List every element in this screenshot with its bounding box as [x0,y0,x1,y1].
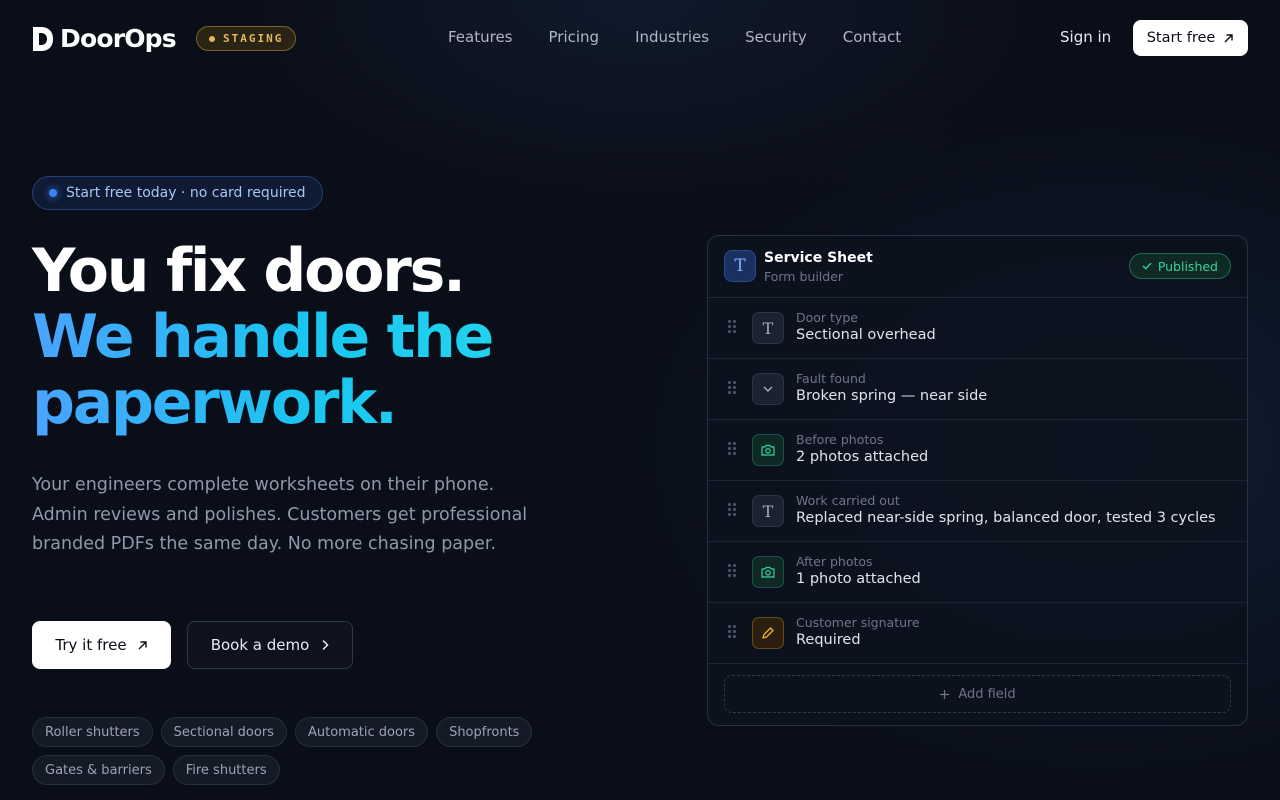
arrow-up-right-icon [138,640,147,649]
nav-link-features[interactable]: Features [448,28,513,46]
field-label: After photos [796,554,873,569]
add-field-label: Add field [958,686,1016,702]
book-demo-button[interactable]: Book a demo [187,621,353,669]
nav-link-pricing[interactable]: Pricing [549,28,600,46]
card-title: Service Sheet [764,250,873,266]
drag-handle-icon[interactable] [728,503,736,517]
nav-link-security[interactable]: Security [745,28,807,46]
field-value: Sectional overhead [796,327,936,343]
form-field-before-photos[interactable]: Before photos 2 photos attached [708,420,1247,481]
camera-icon [752,556,784,588]
drag-handle-icon[interactable] [728,320,736,334]
hero-headline: You fix doors. We handle the paperwork. [32,236,494,436]
pill-dot-icon [49,189,57,197]
brand-name: DoorOps [60,24,177,53]
published-badge: Published [1128,253,1231,279]
plus-icon [940,689,950,699]
field-label: Work carried out [796,493,900,508]
book-demo-label: Book a demo [210,636,310,654]
form-field-customer-signature[interactable]: Customer signature Required [708,603,1247,664]
drag-handle-icon[interactable] [728,564,736,578]
try-it-free-label: Try it free [55,636,127,654]
chevron-down-icon [752,373,784,405]
service-sheet-card: T Service Sheet Form builder Published T… [707,235,1248,726]
environment-badge: STAGING [196,26,297,51]
top-nav: DoorOps STAGING Features Pricing Industr… [0,0,1280,76]
field-value: 2 photos attached [796,449,929,465]
card-subtitle: Form builder [764,269,844,284]
start-free-label: Start free [1146,30,1216,46]
field-value: Broken spring — near side [796,388,988,404]
card-header: T Service Sheet Form builder Published [708,236,1247,298]
headline-line-3: paperwork. [32,370,492,436]
drag-handle-icon[interactable] [728,442,736,456]
nav-link-industries[interactable]: Industries [635,28,709,46]
arrow-up-right-icon [1224,33,1234,42]
text-icon: T [752,312,784,344]
try-it-free-button[interactable]: Try it free [32,621,171,669]
brand-logo[interactable]: DoorOps [32,24,177,53]
nav-links: Features Pricing Industries Security Con… [448,28,901,46]
pen-icon [752,617,784,649]
industry-tags: Roller shutters Sectional doors Automati… [32,717,552,785]
sign-in-link[interactable]: Sign in [1060,28,1111,46]
logo-mark-icon [33,26,53,51]
start-free-button[interactable]: Start free [1133,20,1248,56]
field-label: Fault found [796,371,866,386]
drag-handle-icon[interactable] [728,625,736,639]
form-field-door-type[interactable]: T Door type Sectional overhead [708,298,1247,359]
status-label: Published [1157,258,1218,274]
hero-description: Your engineers complete worksheets on th… [32,475,528,554]
field-label: Before photos [796,432,884,447]
status-dot-icon [209,35,215,42]
chevron-right-icon [322,639,329,651]
text-icon: T [752,495,784,527]
camera-icon [752,434,784,466]
industry-tag[interactable]: Fire shutters [172,755,280,785]
industry-tag[interactable]: Gates & barriers [32,755,165,785]
announcement-pill: Start free today · no card required [32,176,323,210]
headline-line-2: We handle the [32,302,494,372]
form-field-work-carried-out[interactable]: T Work carried out Replaced near-side sp… [708,481,1247,542]
form-field-after-photos[interactable]: After photos 1 photo attached [708,542,1247,603]
text-icon: T [724,250,756,282]
field-value: Required [796,632,861,648]
add-field-button[interactable]: Add field [724,675,1231,713]
form-field-fault-found[interactable]: Fault found Broken spring — near side [708,359,1247,420]
industry-tag[interactable]: Roller shutters [32,717,153,747]
field-label: Customer signature [796,615,920,630]
industry-tag[interactable]: Sectional doors [160,717,287,747]
check-icon [1142,262,1152,270]
industry-tag[interactable]: Automatic doors [294,717,429,747]
drag-handle-icon[interactable] [728,381,736,395]
field-value: Replaced near-side spring, balanced door… [796,510,1216,526]
field-label: Door type [796,310,858,325]
field-value: 1 photo attached [796,571,921,587]
environment-label: STAGING [223,32,284,45]
pill-text: Start free today · no card required [66,185,306,201]
nav-link-contact[interactable]: Contact [843,28,901,46]
industry-tag[interactable]: Shopfronts [436,717,533,747]
headline-line-1: You fix doors. [32,236,466,306]
